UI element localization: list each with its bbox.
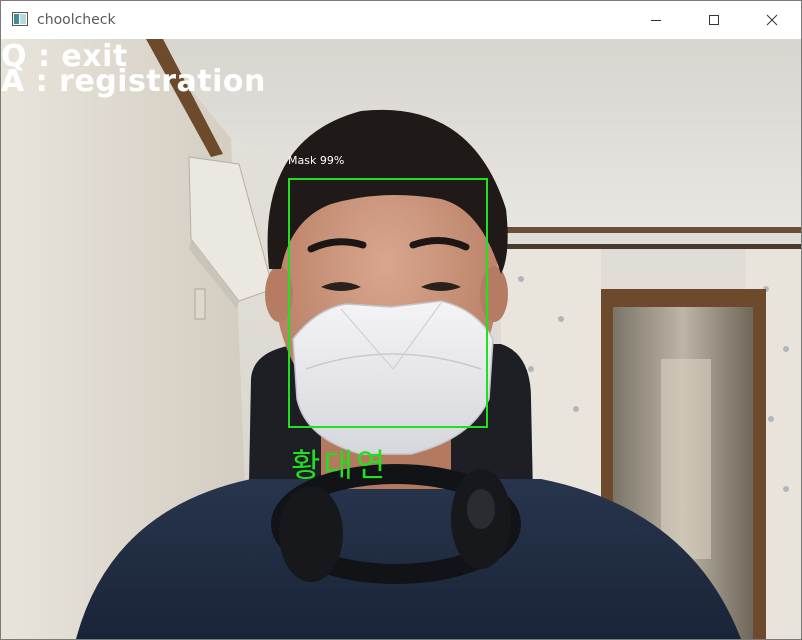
minimize-button[interactable] [633, 1, 679, 39]
minimize-icon [651, 20, 661, 21]
close-icon [766, 14, 778, 26]
maximize-icon [709, 15, 719, 25]
app-window: choolcheck Q: exit A: registration Mas… [0, 0, 802, 640]
detection-label: Mask 99% [288, 154, 345, 167]
close-button[interactable] [749, 1, 795, 39]
title-bar[interactable]: choolcheck [1, 1, 801, 39]
camera-frame: Q : exit A : registration Mask 99% 황대연 [1, 39, 801, 639]
window-title: choolcheck [37, 12, 116, 28]
app-icon [12, 12, 28, 26]
recognized-name: 황대연 [291, 446, 389, 484]
face-bounding-box [288, 178, 488, 428]
registration-hint-text: A : registration [1, 64, 266, 99]
maximize-button[interactable] [691, 1, 737, 39]
